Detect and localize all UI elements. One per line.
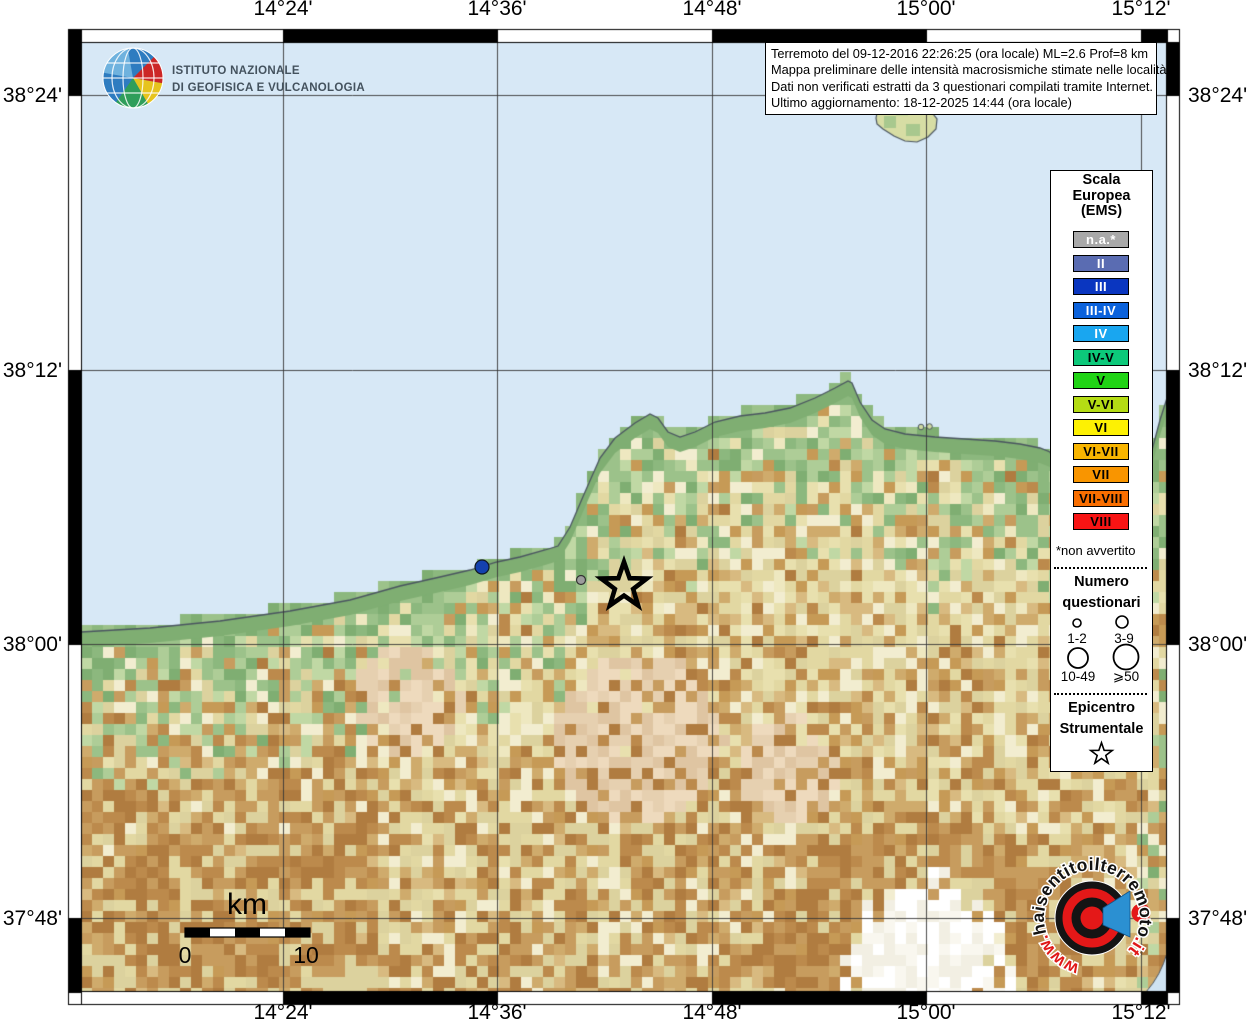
axis-label-bottom-4: 15°12' [1086,1001,1196,1024]
size-icon-3-9 [1116,616,1128,628]
axis-label-top-1: 14°36' [442,0,552,21]
axis-label-right-2: 38°00' [1188,633,1254,657]
axis-label-bottom-2: 14°48' [657,1001,767,1024]
axis-label-right-3: 37°48' [1188,907,1254,931]
axis-label-top-0: 14°24' [228,0,338,21]
size-label-3-9: 3-9 [1102,631,1146,646]
axis-label-right-0: 38°24' [1188,84,1254,108]
intensity-swatch-na: n.a.* [1073,231,1129,248]
axis-label-top-3: 15°00' [871,0,981,21]
intensity-swatch-v: V [1073,372,1129,389]
size-icon-10-49 [1068,648,1088,668]
axis-label-left-2: 38°00' [0,633,62,657]
legend-footnote: *non avvertito [1056,543,1151,558]
legend-divider-1 [1054,567,1147,569]
intensity-swatch-iii-iv: III-IV [1073,302,1129,319]
event-info-line-4: Ultimo aggiornamento: 18-12-2025 14:44 (… [771,95,1151,111]
intensity-swatch-v-vi: V-VI [1073,396,1129,413]
axis-label-bottom-0: 14°24' [228,1001,338,1024]
axis-label-bottom-3: 15°00' [871,1001,981,1024]
epicentro-title-line1: Epicentro [1051,701,1152,717]
event-info-line-2: Mappa preliminare delle intensità macros… [771,62,1151,78]
size-icon-1-2 [1073,619,1081,627]
event-info-box: Terremoto del 09-12-2016 22:26:25 (ora l… [765,42,1157,115]
axis-label-top-2: 14°48' [657,0,767,21]
legend-panel: Scala Europea (EMS) n.a.* II III III-IV … [1050,170,1153,772]
intensity-swatch-iv-v: IV-V [1073,349,1129,366]
size-label-10-49: 10-49 [1052,669,1104,684]
intensity-swatch-viii: VIII [1073,513,1129,530]
axis-label-top-4: 15°12' [1086,0,1196,21]
questionari-title-line1: Numero [1051,575,1152,591]
legend-divider-2 [1054,693,1147,695]
epicenter-legend-block [1051,737,1152,771]
legend-title-line2: Europea [1051,189,1152,205]
intensity-swatch-vii-viii: VII-VIII [1073,490,1129,507]
event-info-line-3: Dati non verificati estratti da 3 questi… [771,79,1151,95]
axis-label-left-0: 38°24' [0,84,62,108]
size-label-1-2: 1-2 [1055,631,1099,646]
intensity-swatch-iii: III [1073,278,1129,295]
macroseismic-map-page: ISTITUTO NAZIONALE DI GEOFISICA E VULCAN… [0,0,1254,1024]
axis-label-right-1: 38°12' [1188,359,1254,383]
intensity-swatch-vii: VII [1073,466,1129,483]
epicentro-title-line2: Strumentale [1051,722,1152,738]
questionari-title-line2: questionari [1051,596,1152,612]
axis-label-left-1: 38°12' [0,359,62,383]
intensity-swatch-vi-vii: VI-VII [1073,443,1129,460]
legend-title-line1: Scala [1051,173,1152,189]
intensity-swatch-ii: II [1073,255,1129,272]
epicenter-legend-star-icon [1091,743,1112,763]
intensity-swatch-vi: VI [1073,419,1129,436]
size-label-50: ⩾50 [1103,669,1149,685]
axis-label-bottom-1: 14°36' [442,1001,552,1024]
size-icon-50 [1114,645,1139,670]
axis-label-left-3: 37°48' [0,907,62,931]
event-info-line-1: Terremoto del 09-12-2016 22:26:25 (ora l… [771,46,1151,62]
intensity-swatch-iv: IV [1073,325,1129,342]
legend-title-line3: (EMS) [1051,204,1152,220]
